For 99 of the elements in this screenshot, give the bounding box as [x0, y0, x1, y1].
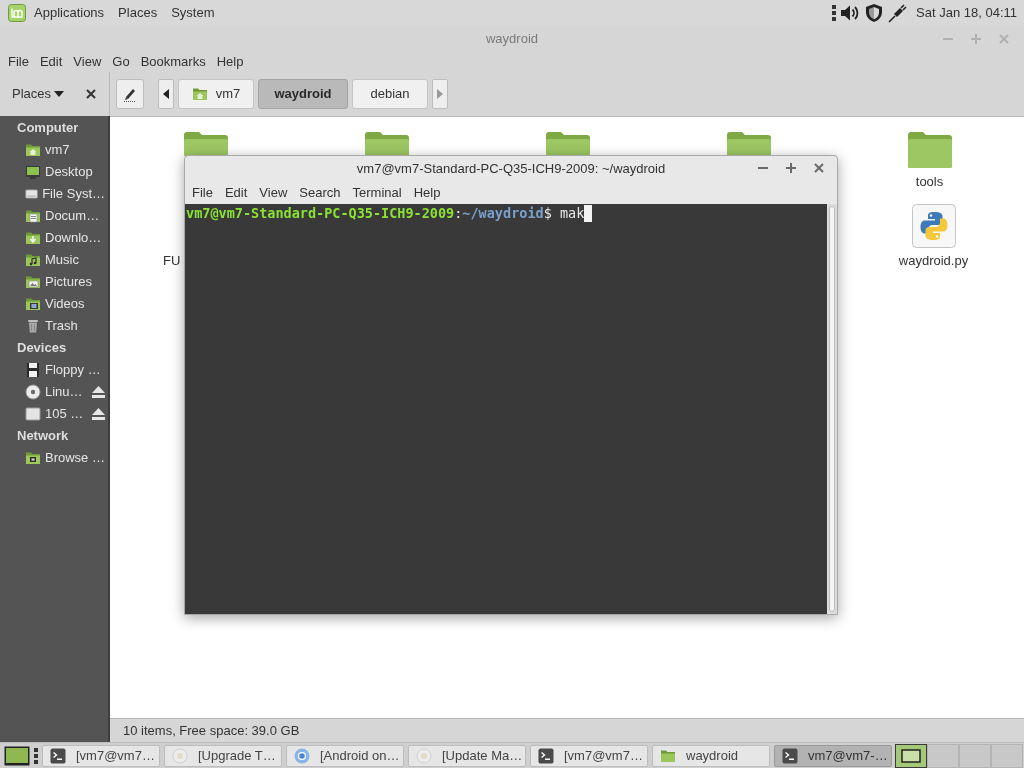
- home-folder-icon: [191, 87, 208, 101]
- drive-icon: [25, 186, 39, 202]
- panel-menu[interactable]: System: [171, 3, 215, 23]
- sidebar-item[interactable]: 105 …: [45, 404, 88, 424]
- videos-folder-icon: [25, 296, 41, 312]
- menu-item[interactable]: Go: [112, 52, 130, 72]
- text-cursor: [584, 205, 593, 222]
- close-pane-icon[interactable]: [86, 89, 96, 99]
- sidebar-heading: Computer: [17, 119, 79, 138]
- home-folder-icon: [25, 142, 41, 158]
- taskbar-button[interactable]: vm7@vm7-…: [774, 744, 892, 767]
- terminal-menu-item[interactable]: Help: [413, 182, 441, 203]
- music-folder-icon: [25, 252, 41, 268]
- app-icon: [416, 747, 432, 764]
- sidebar-item[interactable]: Browse …: [45, 448, 105, 468]
- taskbar-button[interactable]: [Upgrade T…: [164, 744, 282, 767]
- status-bar-text: 10 items, Free space: 39.0 GB: [123, 721, 300, 740]
- sidebar-item[interactable]: Downlo…: [45, 228, 105, 248]
- eject-icon[interactable]: [92, 386, 105, 398]
- sidebar-item[interactable]: Linu…: [45, 382, 88, 402]
- window-title: waydroid: [486, 30, 538, 49]
- network-cable-icon[interactable]: [888, 3, 909, 23]
- sidebar-heading: Network: [17, 427, 69, 446]
- folder-icon[interactable]: [906, 131, 953, 169]
- path-button[interactable]: debian: [352, 79, 428, 109]
- sidebar-item[interactable]: vm7: [45, 140, 105, 160]
- caret-down-icon: [54, 91, 65, 97]
- taskbar-button[interactable]: [vm7@vm7…: [530, 744, 648, 767]
- sidebar-heading: Devices: [17, 339, 67, 358]
- menu-item[interactable]: Help: [216, 52, 244, 72]
- terminal-menu-item[interactable]: Terminal: [352, 182, 402, 203]
- menu-item[interactable]: View: [73, 52, 102, 72]
- python-file-icon[interactable]: [911, 203, 956, 248]
- path-button[interactable]: vm7: [178, 79, 254, 109]
- sidebar-item[interactable]: Desktop: [45, 162, 105, 182]
- folder-icon[interactable]: [363, 131, 410, 156]
- file-label[interactable]: waydroid.py: [898, 250, 969, 270]
- sidebar-item[interactable]: File Syst…: [42, 184, 105, 204]
- path-scroll-left-button[interactable]: [158, 79, 174, 109]
- panel-menu[interactable]: Places: [118, 3, 158, 23]
- edit-location-button[interactable]: [116, 79, 144, 109]
- terminal-icon: [782, 747, 798, 764]
- taskbar-button[interactable]: waydroid: [652, 744, 770, 767]
- terminal-menu-item[interactable]: View: [259, 182, 288, 203]
- file-label[interactable]: FU: [163, 252, 181, 268]
- panel-clock[interactable]: Sat Jan 18, 04:11: [916, 3, 1017, 23]
- pictures-folder-icon: [25, 274, 41, 290]
- terminal-icon: [538, 747, 554, 764]
- side-pane-selector[interactable]: Places: [12, 84, 65, 104]
- terminal-menu-item[interactable]: Search: [299, 182, 341, 203]
- drag-handle-icon[interactable]: [832, 5, 837, 21]
- terminal-title: vm7@vm7-Standard-PC-Q35-ICH9-2009: ~/waydroid: [356, 159, 666, 178]
- sidebar-item[interactable]: Docum…: [45, 206, 105, 226]
- prompt-line: vm7@vm7-Standard-PC-Q35-ICH9-2009:~/waydroid$ mak: [186, 205, 585, 222]
- eject-icon[interactable]: [92, 408, 105, 420]
- terminal-icon: [50, 747, 66, 764]
- disc-icon: [25, 384, 41, 400]
- terminal-menu-item[interactable]: File: [192, 182, 213, 203]
- taskbar-button[interactable]: [vm7@vm7…: [42, 744, 160, 767]
- app-icon: [172, 747, 188, 764]
- close-icon[interactable]: [814, 163, 824, 173]
- sidebar-item[interactable]: Music: [45, 250, 105, 270]
- workspace-button[interactable]: [895, 743, 927, 768]
- mint-logo-icon[interactable]: [8, 4, 26, 22]
- maximize-icon[interactable]: [786, 163, 796, 173]
- path-scroll-right-button[interactable]: [432, 79, 448, 109]
- menu-item[interactable]: Edit: [39, 52, 63, 72]
- taskbar-button[interactable]: [Android on…: [286, 744, 404, 767]
- menu-item[interactable]: Bookmarks: [140, 52, 206, 72]
- path-button[interactable]: waydroid: [258, 79, 348, 109]
- caret-right-icon: [437, 89, 443, 99]
- sidebar-item[interactable]: Videos: [45, 294, 105, 314]
- floppy-icon: [25, 362, 41, 378]
- trash-icon: [25, 318, 41, 334]
- sidebar-item[interactable]: Trash: [45, 316, 105, 336]
- folder-icon[interactable]: [725, 131, 772, 156]
- folder-icon[interactable]: [544, 131, 591, 156]
- drag-handle-icon[interactable]: [34, 747, 38, 764]
- sidebar-item[interactable]: Pictures: [45, 272, 105, 292]
- show-desktop-icon[interactable]: [4, 745, 30, 766]
- caret-left-icon: [163, 89, 169, 99]
- documents-folder-icon: [25, 208, 41, 224]
- taskbar-button[interactable]: [Update Ma…: [408, 744, 526, 767]
- network-folder-icon: [25, 450, 41, 466]
- terminal-menu-item[interactable]: Edit: [224, 182, 248, 203]
- panel-menu[interactable]: Applications: [34, 3, 105, 23]
- browser-icon: [294, 747, 310, 764]
- menu-item[interactable]: File: [8, 52, 29, 72]
- volume-icon[interactable]: [840, 4, 861, 22]
- desktop-icon: [25, 164, 41, 180]
- shield-icon[interactable]: [864, 3, 885, 23]
- file-label[interactable]: tools: [915, 172, 944, 192]
- terminal-output[interactable]: vm7@vm7-Standard-PC-Q35-ICH9-2009:~/waydroid$ mak: [185, 204, 827, 614]
- pencil-icon: [123, 86, 137, 102]
- folder-icon[interactable]: [182, 131, 229, 156]
- drive-icon: [25, 406, 41, 422]
- downloads-folder-icon: [25, 230, 41, 246]
- window-thumbnail-icon: [901, 748, 921, 763]
- sidebar-item[interactable]: Floppy …: [45, 360, 105, 380]
